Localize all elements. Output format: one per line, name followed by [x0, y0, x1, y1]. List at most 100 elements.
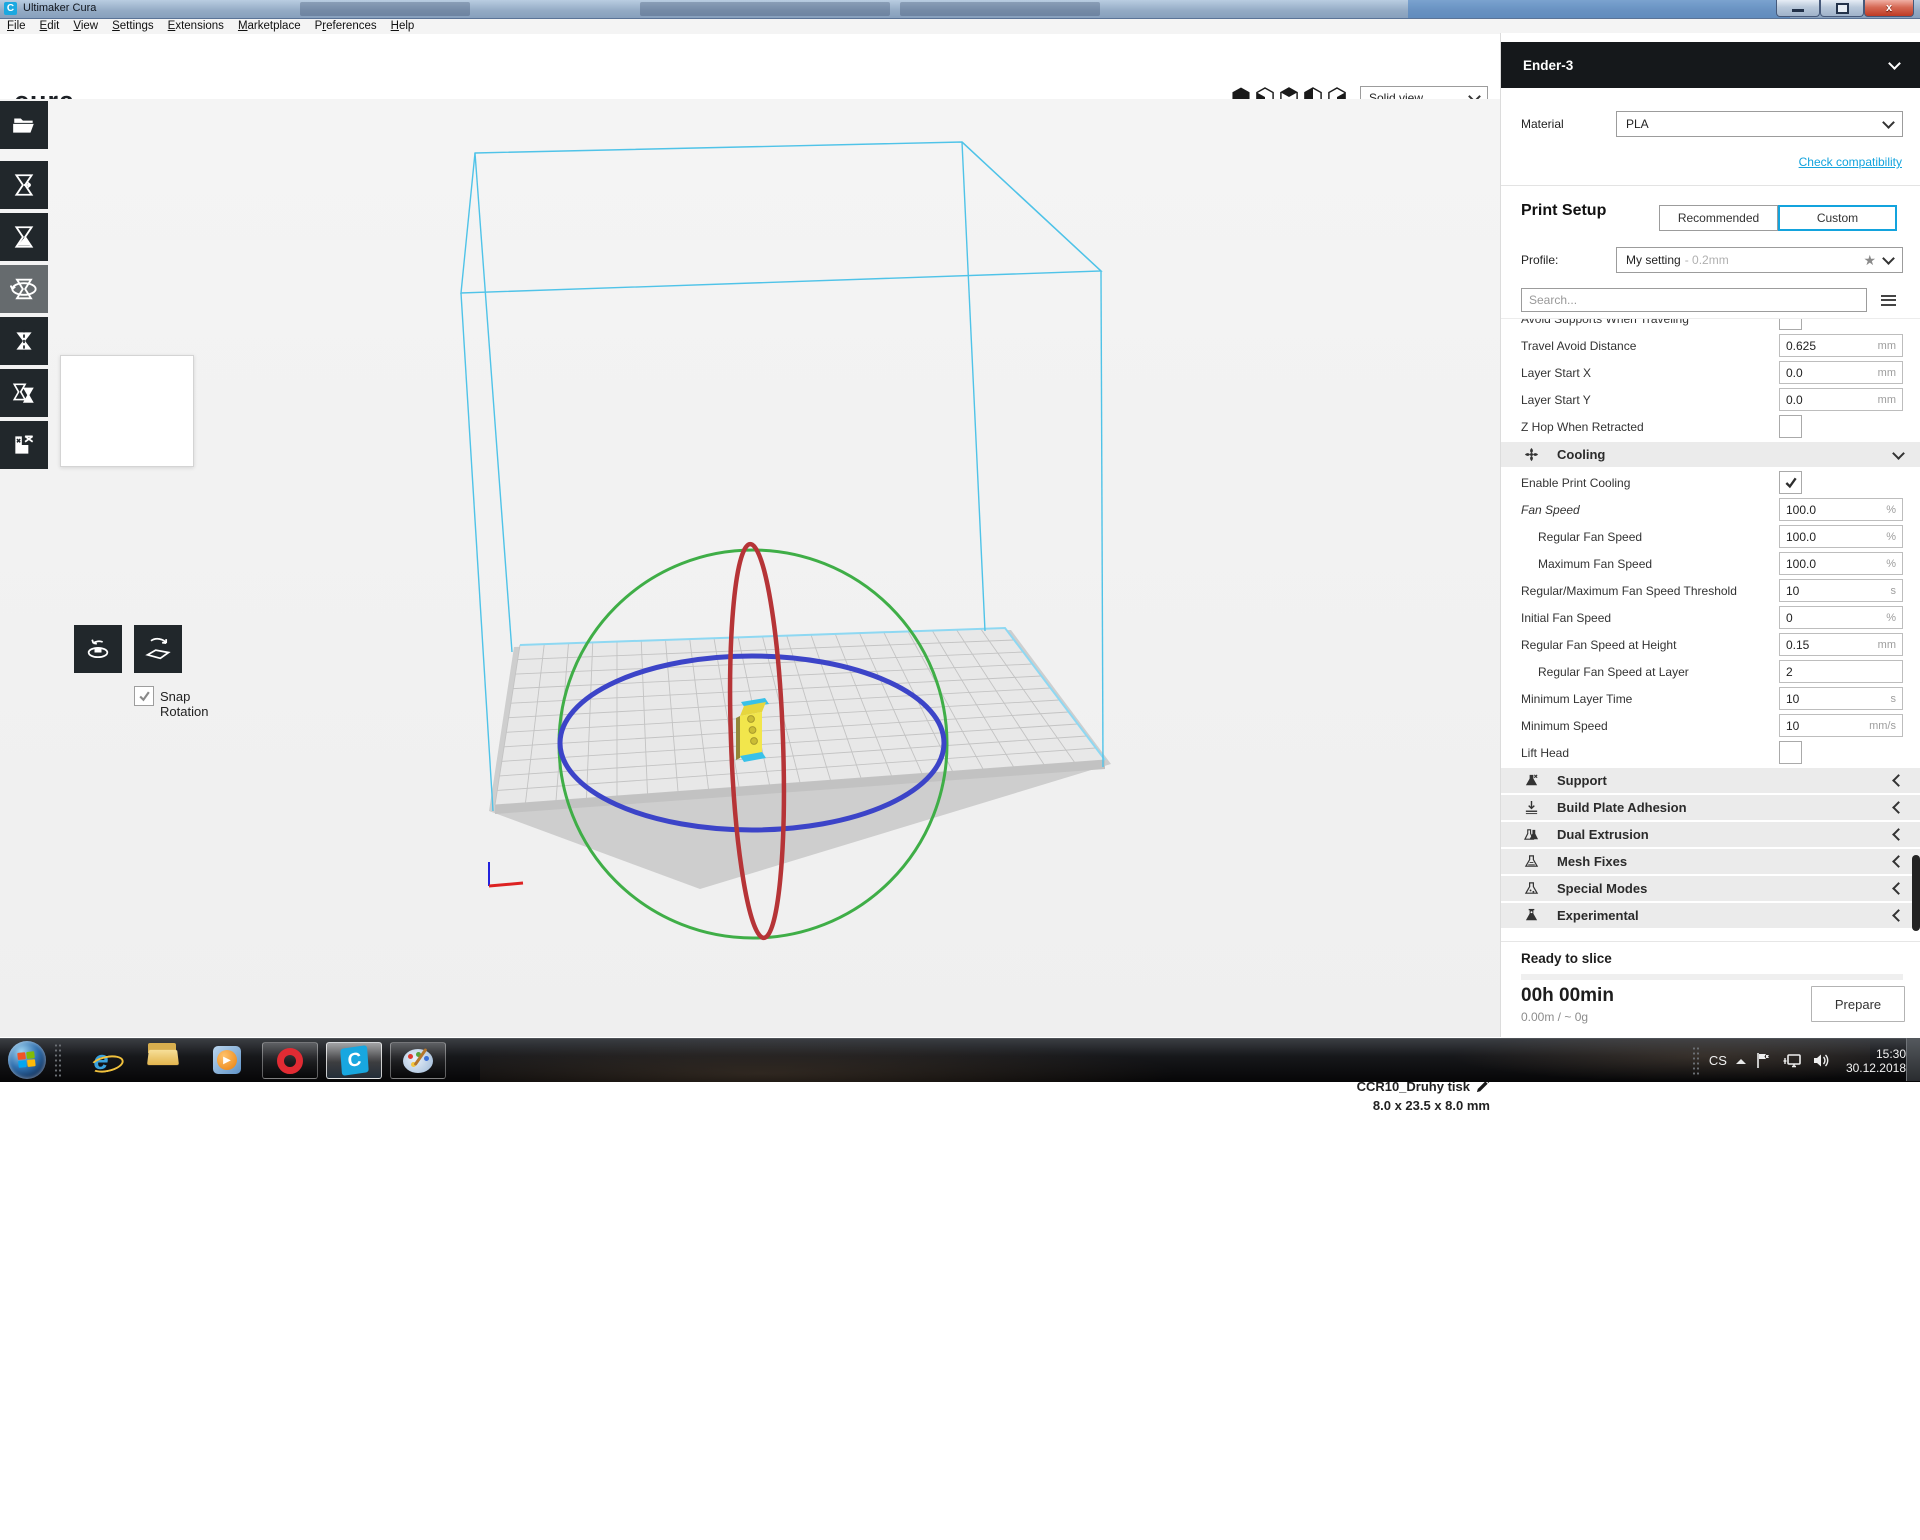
background-window-hint [300, 2, 470, 16]
app-icon: C [4, 2, 17, 15]
menu-view[interactable]: View [66, 19, 105, 34]
menu-preferences[interactable]: Preferences [308, 19, 384, 34]
cura-taskbar-button[interactable]: C [326, 1042, 382, 1079]
close-icon: x [1886, 2, 1892, 14]
setting-value-maximum-fan-speed[interactable]: 100.0% [1779, 552, 1903, 575]
opera-icon [277, 1048, 303, 1074]
setting-checkbox-enable-print-cooling[interactable] [1779, 471, 1802, 494]
clock-date: 30.12.2018 [1846, 1061, 1906, 1075]
setting-value-regular-fan-speed-at-height[interactable]: 0.15mm [1779, 633, 1903, 656]
settings-section-mesh-fixes[interactable]: Mesh Fixes [1501, 849, 1920, 874]
chevron-down-icon [1888, 57, 1901, 70]
setting-value-regular-maximum-fan-speed-threshold[interactable]: 10s [1779, 579, 1903, 602]
menu-edit[interactable]: Edit [33, 19, 67, 34]
settings-list: Avoid Supports When TravelingTravel Avoi… [1501, 318, 1920, 941]
setting-value-layer-start-x[interactable]: 0.0mm [1779, 361, 1903, 384]
recommended-button[interactable]: Recommended [1659, 205, 1778, 231]
menu-settings[interactable]: Settings [105, 19, 161, 34]
language-indicator[interactable]: CS [1709, 1053, 1727, 1068]
material-select[interactable]: PLA [1616, 111, 1903, 137]
fan-icon [1523, 446, 1540, 463]
menu-extensions[interactable]: Extensions [161, 19, 231, 34]
network-icon[interactable] [1783, 1052, 1803, 1069]
internet-explorer-button[interactable]: e [84, 1043, 118, 1077]
prepare-button[interactable]: Prepare [1811, 986, 1905, 1022]
setting-value-initial-fan-speed[interactable]: 0% [1779, 606, 1903, 629]
open-file-button[interactable] [0, 101, 48, 149]
tray-expand-icon[interactable] [1736, 1054, 1746, 1064]
check-compatibility-link[interactable]: Check compatibility [1799, 155, 1902, 169]
setting-value-layer-start-y[interactable]: 0.0mm [1779, 388, 1903, 411]
taskbar-grip [54, 1043, 62, 1077]
setting-checkbox-avoid-supports-when-traveling[interactable] [1779, 318, 1802, 330]
setting-label: Layer Start X [1521, 366, 1779, 380]
window-title: Ultimaker Cura [23, 2, 96, 14]
setting-value-regular-fan-speed-at-layer[interactable]: 2 [1779, 660, 1903, 683]
taskbar-clock[interactable]: 15:30 30.12.2018 [1846, 1047, 1906, 1075]
setting-value-fan-speed[interactable]: 100.0% [1779, 498, 1903, 521]
axis-x-indicator [489, 883, 523, 886]
material-label: Material [1521, 117, 1616, 131]
menu-help[interactable]: Help [384, 19, 422, 34]
viewport-3d[interactable]: Snap Rotation CCR10_Druhy tisk 8.0 x 23.… [0, 99, 1500, 1037]
settings-section-build-plate-adhesion[interactable]: Build Plate Adhesion [1501, 795, 1920, 820]
setting-value-travel-avoid-distance[interactable]: 0.625mm [1779, 334, 1903, 357]
volume-icon[interactable] [1812, 1052, 1831, 1069]
profile-select[interactable]: My setting - 0.2mm ★ [1616, 247, 1903, 273]
lay-flat-button[interactable] [134, 625, 182, 673]
chevron-left-icon [1892, 774, 1905, 787]
setting-label: Fan Speed [1521, 503, 1779, 517]
setting-row-initial-fan-speed: Initial Fan Speed0% [1501, 604, 1920, 631]
settings-section-support[interactable]: Support [1501, 768, 1920, 793]
material-value: PLA [1626, 117, 1649, 131]
menu-file[interactable]: File [0, 19, 33, 34]
media-player-button[interactable]: ▶ [210, 1043, 244, 1077]
setting-value-minimum-speed[interactable]: 10mm/s [1779, 714, 1903, 737]
setting-value-minimum-layer-time[interactable]: 10s [1779, 687, 1903, 710]
search-input[interactable] [1521, 288, 1867, 312]
setting-value-regular-fan-speed[interactable]: 100.0% [1779, 525, 1903, 548]
mirror-tool-button[interactable] [0, 317, 48, 365]
close-button[interactable]: x [1864, 0, 1914, 17]
custom-button[interactable]: Custom [1778, 205, 1897, 231]
rotate-tool-button[interactable] [0, 265, 48, 313]
move-tool-button[interactable] [0, 161, 48, 209]
scale-tool-button[interactable] [0, 213, 48, 261]
show-desktop-button[interactable] [1906, 1038, 1920, 1081]
chevron-left-icon [1892, 909, 1905, 922]
restore-button[interactable] [1820, 0, 1864, 17]
menu-marketplace[interactable]: Marketplace [231, 19, 308, 34]
support-blocker-button[interactable] [0, 421, 48, 469]
settings-filter-menu-icon[interactable] [1881, 295, 1896, 306]
start-button[interactable] [8, 1041, 46, 1079]
file-explorer-button[interactable] [146, 1043, 180, 1077]
setting-row-layer-start-x: Layer Start X0.0mm [1501, 359, 1920, 386]
setting-checkbox-lift-head[interactable] [1779, 741, 1802, 764]
tray-grip [1692, 1046, 1700, 1076]
reset-rotation-button[interactable] [74, 625, 122, 673]
setting-row-enable-print-cooling: Enable Print Cooling [1501, 469, 1920, 496]
minimize-button[interactable] [1776, 0, 1820, 17]
setting-label: Avoid Supports When Traveling [1521, 318, 1779, 326]
settings-section-experimental[interactable]: Experimental [1501, 903, 1920, 928]
settings-section-special-modes[interactable]: Special Modes [1501, 876, 1920, 901]
window-titlebar[interactable]: C Ultimaker Cura x [0, 0, 1920, 19]
settings-section-dual-extrusion[interactable]: Dual Extrusion [1501, 822, 1920, 847]
snap-rotation-checkbox[interactable] [134, 686, 154, 706]
printer-header[interactable]: Ender-3 [1501, 42, 1920, 88]
setting-checkbox-z-hop-when-retracted[interactable] [1779, 415, 1802, 438]
progress-bar [1521, 974, 1903, 980]
settings-section-cooling[interactable]: Cooling [1501, 442, 1920, 467]
setting-label: Enable Print Cooling [1521, 476, 1779, 490]
setting-row-layer-start-y: Layer Start Y0.0mm [1501, 386, 1920, 413]
experimental-icon [1523, 907, 1540, 924]
per-model-settings-button[interactable] [0, 369, 48, 417]
action-center-flag-icon[interactable] [1755, 1052, 1774, 1069]
opera-taskbar-button[interactable] [262, 1042, 318, 1079]
setting-label: Regular/Maximum Fan Speed Threshold [1521, 584, 1779, 598]
paint-taskbar-button[interactable] [390, 1042, 446, 1079]
chevron-left-icon [1892, 882, 1905, 895]
panel-scrollbar-thumb[interactable] [1912, 855, 1920, 931]
minimize-icon [1792, 9, 1804, 12]
viewport-3d-scene[interactable] [0, 99, 1500, 1037]
